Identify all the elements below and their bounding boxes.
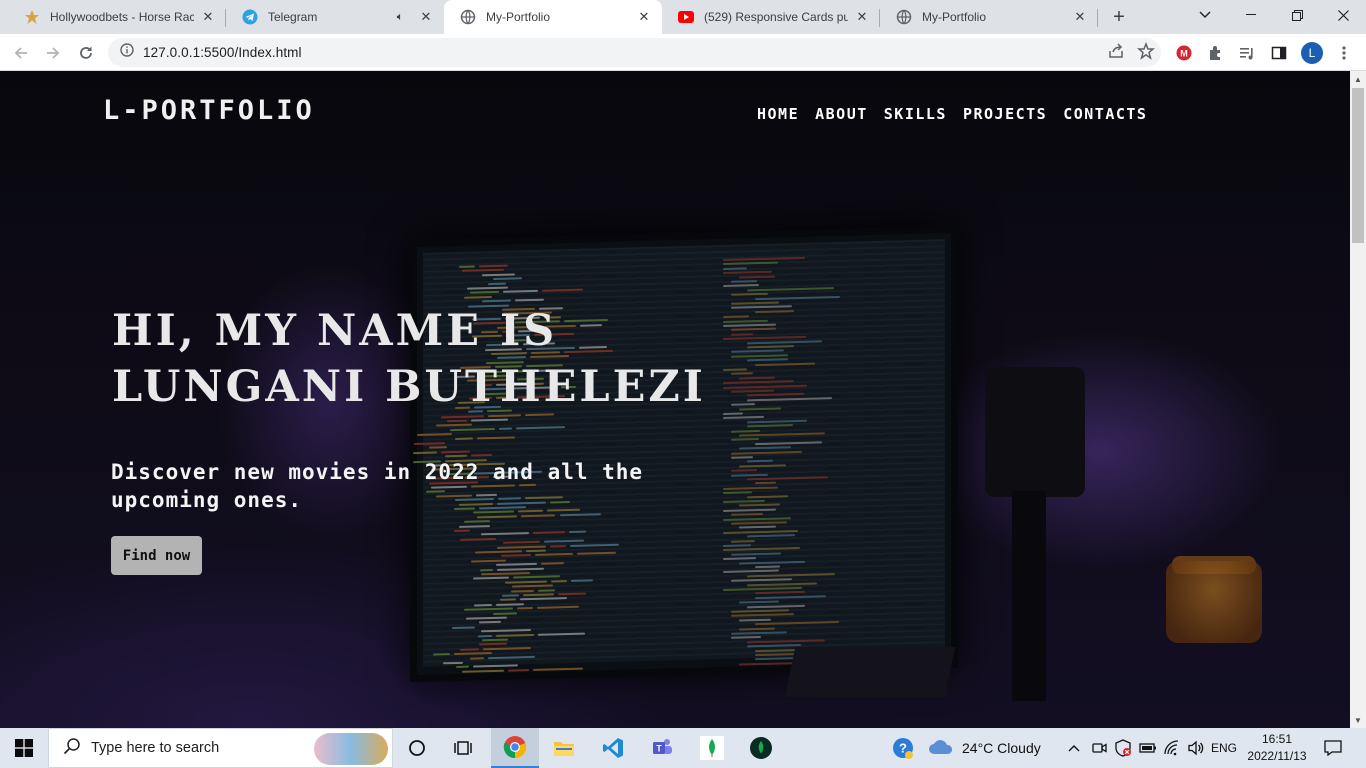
notifications-icon[interactable]	[1318, 728, 1348, 768]
close-tab-icon[interactable]: ✕	[200, 9, 216, 25]
kebab-menu-icon[interactable]	[1331, 40, 1357, 66]
reading-list-icon[interactable]	[1234, 40, 1260, 66]
cortana-icon[interactable]	[395, 728, 439, 768]
nav-home[interactable]: HOME	[757, 105, 799, 123]
extensions-puzzle-icon[interactable]	[1203, 40, 1229, 66]
close-tab-icon[interactable]: ✕	[636, 9, 652, 25]
vscode-icon[interactable]	[590, 728, 636, 768]
close-tab-icon[interactable]: ✕	[1072, 9, 1088, 25]
tray-expand-chevron-icon[interactable]	[1066, 728, 1082, 768]
close-tab-icon[interactable]: ✕	[854, 9, 870, 25]
tab-hollywoodbets[interactable]: Hollywoodbets - Horse Racing ✕	[8, 0, 226, 34]
teams-icon[interactable]: T	[639, 728, 685, 768]
share-icon[interactable]	[1107, 42, 1125, 65]
browser-toolbar: 127.0.0.1:5500/Index.html M L	[0, 34, 1366, 71]
profile-avatar[interactable]: L	[1299, 40, 1325, 66]
main-navigation: HOME ABOUT SKILLS PROJECTS CONTACTS	[757, 105, 1147, 123]
hero-subtitle: Discover new movies in 2022 and all the …	[111, 460, 644, 512]
url-text: 127.0.0.1:5500/Index.html	[143, 45, 302, 60]
globe-icon	[460, 9, 476, 25]
tab-title: My-Portfolio	[486, 10, 551, 24]
file-explorer-icon[interactable]	[541, 728, 587, 768]
tab-my-portfolio[interactable]: My-Portfolio ✕	[880, 0, 1098, 34]
task-view-icon[interactable]	[441, 728, 485, 768]
site-info-icon[interactable]	[120, 43, 134, 62]
extension-m-icon[interactable]: M	[1171, 40, 1197, 66]
search-placeholder: Type here to search	[91, 740, 220, 756]
tab-title: Hollywoodbets - Horse Racing	[50, 10, 194, 24]
new-tab-plus-icon[interactable]: +	[1108, 6, 1130, 28]
globe-icon	[896, 9, 912, 25]
address-bar[interactable]: 127.0.0.1:5500/Index.html	[108, 38, 1161, 67]
forward-arrow-icon[interactable]	[40, 40, 66, 66]
search-highlight-image	[314, 733, 388, 765]
hero-title: HI, MY NAME IS LUNGANI BUTHELEZI	[112, 306, 706, 412]
bookmark-star-icon[interactable]	[1137, 41, 1155, 65]
clock-time: 16:51	[1261, 732, 1293, 746]
minimize-icon[interactable]	[1228, 0, 1274, 30]
find-now-button[interactable]: Find now	[111, 536, 202, 575]
windows-start-icon[interactable]	[0, 728, 48, 768]
tab-separator	[1097, 9, 1098, 27]
scroll-up-arrow-icon[interactable]: ▲	[1350, 71, 1366, 87]
tab-search-chevron-icon[interactable]	[1182, 0, 1228, 30]
nav-projects[interactable]: PROJECTS	[963, 105, 1047, 123]
search-icon	[63, 737, 81, 760]
nav-about[interactable]: ABOUT	[815, 105, 868, 123]
tab-telegram[interactable]: Telegram 🔈︎ ✕	[226, 0, 444, 34]
tab-title: (529) Responsive Cards pure	[704, 10, 848, 24]
weather-text: 24°C Cloudy	[962, 740, 1041, 756]
svg-text:T: T	[656, 744, 662, 754]
battery-icon[interactable]	[1137, 728, 1159, 768]
meet-now-icon[interactable]	[1089, 728, 1109, 768]
weather-widget[interactable]: 24°C Cloudy	[928, 728, 1054, 768]
chrome-taskbar-icon[interactable]	[491, 728, 539, 768]
nav-skills[interactable]: SKILLS	[884, 105, 947, 123]
reload-icon[interactable]	[73, 40, 99, 66]
language-indicator[interactable]: ENG	[1208, 728, 1240, 768]
youtube-icon	[678, 9, 694, 25]
restore-icon[interactable]	[1274, 0, 1320, 30]
speaker-icon[interactable]: 🔈︎	[392, 9, 408, 25]
profile-initial: L	[1301, 42, 1323, 64]
tab-my-portfolio-active[interactable]: My-Portfolio ✕	[444, 0, 662, 34]
site-brand-logo[interactable]: L-PORTFOLIO	[103, 95, 315, 126]
back-arrow-icon[interactable]	[8, 40, 34, 66]
system-clock[interactable]: 16:51 2022/11/13	[1240, 731, 1314, 765]
side-panel-icon[interactable]	[1266, 40, 1292, 66]
web-page-viewport: L-PORTFOLIO HOME ABOUT SKILLS PROJECTS C…	[0, 71, 1350, 728]
close-window-icon[interactable]	[1320, 0, 1366, 30]
clock-date: 2022/11/13	[1247, 749, 1307, 763]
scrollbar-thumb[interactable]	[1352, 88, 1364, 243]
tab-title: Telegram	[268, 10, 318, 24]
language-text: ENG	[1210, 741, 1237, 755]
volume-icon[interactable]	[1185, 728, 1207, 768]
help-icon[interactable]: ?	[889, 728, 917, 768]
windows-taskbar: Type here to search T ? 24°C Cloudy ENG …	[0, 728, 1366, 768]
close-tab-icon[interactable]: ✕	[418, 9, 434, 25]
mongodb-shell-icon[interactable]	[738, 728, 784, 768]
tab-strip: Hollywoodbets - Horse Racing ✕ Telegram …	[0, 0, 1366, 34]
tab-title: My-Portfolio	[922, 10, 987, 24]
nav-contacts[interactable]: CONTACTS	[1063, 105, 1147, 123]
scroll-down-arrow-icon[interactable]: ▼	[1350, 712, 1366, 728]
antivirus-alert-icon[interactable]	[1112, 728, 1134, 768]
extension-badge: M	[1180, 49, 1188, 59]
tab-youtube[interactable]: (529) Responsive Cards pure ✕	[662, 0, 880, 34]
telegram-icon	[242, 9, 258, 25]
page-scrollbar[interactable]: ▲ ▼	[1350, 71, 1366, 728]
star-icon	[24, 9, 40, 25]
cloud-icon	[928, 737, 954, 760]
mongodb-compass-icon[interactable]	[689, 728, 735, 768]
wifi-icon[interactable]	[1161, 728, 1183, 768]
taskbar-search-box[interactable]: Type here to search	[48, 728, 393, 768]
